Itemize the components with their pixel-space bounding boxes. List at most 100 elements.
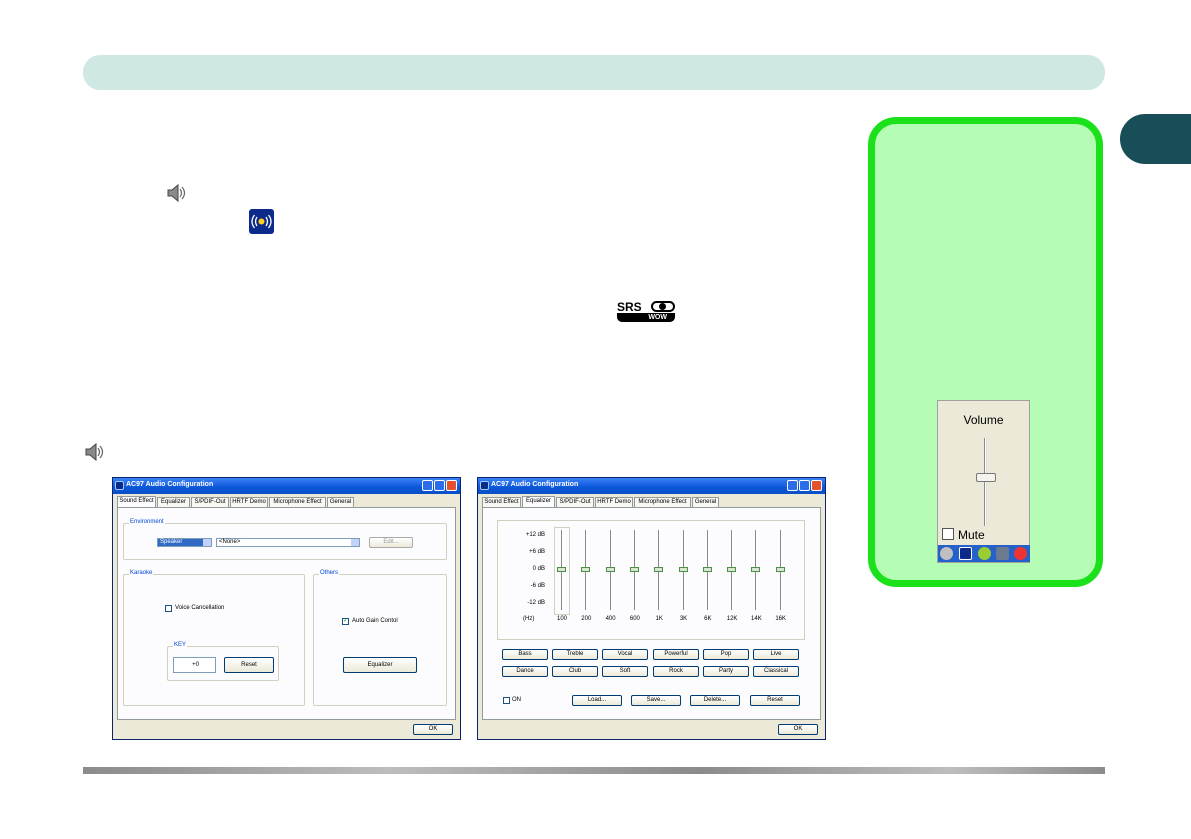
monitor-icon[interactable] xyxy=(996,547,1009,560)
save-button[interactable]: Save... xyxy=(631,695,681,706)
footer-rule xyxy=(83,767,1105,774)
eq-band-label: 200 xyxy=(581,616,592,622)
sound-effect-panel: Environment Speaker <None> Edit... Karao… xyxy=(117,507,456,720)
auto-gain-label: Auto Gain Contol xyxy=(352,618,398,624)
window-titlebar: AC97 Audio Configuration xyxy=(478,478,825,494)
tab-sound-effect[interactable]: Sound Effect xyxy=(482,497,521,507)
equalizer-on-label: ON xyxy=(512,697,521,703)
eq-band-thumb-16K[interactable] xyxy=(775,567,785,572)
ac97-window-sound-effect: AC97 Audio Configuration Sound Effect Eq… xyxy=(112,477,461,740)
db-scale-label: +6 dB xyxy=(529,549,545,555)
db-scale-label: 0 dB xyxy=(532,566,545,572)
eq-band-label: 12K xyxy=(726,616,738,622)
ac97-window-equalizer: AC97 Audio Configuration Sound Effect Eq… xyxy=(477,477,826,740)
edit-button[interactable]: Edit... xyxy=(369,537,413,548)
ok-button[interactable]: OK xyxy=(413,724,453,735)
audio-config-icon xyxy=(115,481,124,490)
db-scale-label: -6 dB xyxy=(530,583,545,589)
preset-powerful-button[interactable]: Powerful xyxy=(653,649,699,660)
key-group: KEY +0 Reset xyxy=(167,642,279,681)
eq-band-thumb-12K[interactable] xyxy=(727,567,737,572)
delete-button[interactable]: Delete... xyxy=(690,695,740,706)
preset-rock-button[interactable]: Rock xyxy=(653,666,699,677)
db-scale-label: (Hz) xyxy=(523,616,535,622)
system-tray xyxy=(938,545,1030,562)
speaker-icon[interactable] xyxy=(940,547,953,560)
security-alert-icon[interactable] xyxy=(1014,547,1027,560)
volume-slider-thumb[interactable] xyxy=(976,473,996,482)
preset-dance-button[interactable]: Dance xyxy=(502,666,548,677)
equalizer-on-checkbox[interactable] xyxy=(503,697,510,704)
karaoke-label: Karaoke xyxy=(129,570,154,576)
eq-band-thumb-14K[interactable] xyxy=(751,567,761,572)
preset-live-button[interactable]: Live xyxy=(753,649,799,660)
eq-band-thumb-3K[interactable] xyxy=(678,567,688,572)
load-button[interactable]: Load... xyxy=(572,695,622,706)
mute-checkbox[interactable] xyxy=(942,528,954,540)
tab-general[interactable]: General xyxy=(327,497,354,507)
volume-title: Volume xyxy=(963,413,1004,427)
close-button[interactable] xyxy=(446,480,457,491)
minimize-button[interactable] xyxy=(422,480,433,491)
equalizer-panel: +12 dB +6 dB 0 dB -6 dB -12 dB (Hz) 100 200 400 6… xyxy=(482,507,821,720)
preset-soft-button[interactable]: Soft xyxy=(602,666,648,677)
tab-equalizer[interactable]: Equalizer xyxy=(157,497,190,507)
tab-hrtf-demo[interactable]: HRTF Demo xyxy=(230,497,268,507)
preset-party-button[interactable]: Party xyxy=(703,666,749,677)
network-icon[interactable] xyxy=(978,547,991,560)
preset-pop-button[interactable]: Pop xyxy=(703,649,749,660)
audio-config-tray-icon[interactable] xyxy=(959,547,972,560)
equalizer-button[interactable]: Equalizer xyxy=(343,657,417,673)
tab-spdif-out[interactable]: S/PDIF-Out xyxy=(556,497,594,507)
ok-button[interactable]: OK xyxy=(778,724,818,735)
speaker-icon xyxy=(167,183,186,203)
tab-spdif-out[interactable]: S/PDIF-Out xyxy=(191,497,229,507)
eq-band-thumb-400[interactable] xyxy=(605,567,615,572)
audio-config-icon xyxy=(480,481,489,490)
srs-wow-logo: SRS WOW xyxy=(617,300,675,322)
key-reset-button[interactable]: Reset xyxy=(224,657,274,673)
tab-equalizer[interactable]: Equalizer xyxy=(522,496,555,507)
maximize-button[interactable] xyxy=(799,480,810,491)
tab-general[interactable]: General xyxy=(692,497,719,507)
eq-band-thumb-1K[interactable] xyxy=(654,567,664,572)
environment-label: Environment xyxy=(129,519,165,525)
minimize-button[interactable] xyxy=(787,480,798,491)
preset-classical-button[interactable]: Classical xyxy=(753,666,799,677)
eq-band-label: 3K xyxy=(679,616,688,622)
eq-band-thumb-100[interactable] xyxy=(557,567,566,572)
karaoke-group: Karaoke Voice Cancellation KEY +0 Reset xyxy=(123,570,305,706)
environment-group: Environment Speaker <None> Edit... xyxy=(123,519,447,560)
preset-treble-button[interactable]: Treble xyxy=(552,649,598,660)
eq-band-label: 6K xyxy=(704,616,712,622)
preset-bass-button[interactable]: Bass xyxy=(502,649,548,660)
speaker-select[interactable]: Speaker xyxy=(157,538,212,547)
mute-label: Mute xyxy=(958,528,985,542)
environment-select[interactable]: <None> xyxy=(216,538,360,547)
maximize-button[interactable] xyxy=(434,480,445,491)
volume-slider-track[interactable] xyxy=(984,438,987,526)
close-button[interactable] xyxy=(811,480,822,491)
speaker-icon xyxy=(85,442,104,462)
key-stepper[interactable]: +0 xyxy=(173,657,216,673)
tab-hrtf-demo[interactable]: HRTF Demo xyxy=(595,497,633,507)
tab-microphone-effect[interactable]: Microphone Effect xyxy=(269,497,326,507)
eq-band-thumb-600[interactable] xyxy=(629,567,639,572)
window-title: AC97 Audio Configuration xyxy=(491,481,579,488)
eq-band-label: 1K xyxy=(655,616,663,622)
window-titlebar: AC97 Audio Configuration xyxy=(113,478,460,494)
tab-sound-effect[interactable]: Sound Effect xyxy=(117,496,156,507)
voice-cancellation-checkbox[interactable] xyxy=(165,605,172,612)
eq-band-thumb-6K[interactable] xyxy=(702,567,712,572)
auto-gain-checkbox[interactable]: ✓ xyxy=(342,618,349,625)
tab-microphone-effect[interactable]: Microphone Effect xyxy=(634,497,691,507)
preset-club-button[interactable]: Club xyxy=(552,666,598,677)
volume-popup: Volume Mute xyxy=(937,400,1030,563)
equalizer-frame xyxy=(497,520,805,640)
preset-vocal-button[interactable]: Vocal xyxy=(602,649,648,660)
eq-band-thumb-200[interactable] xyxy=(581,567,591,572)
eq-band-label: 100 xyxy=(556,616,567,622)
db-scale-label: -12 dB xyxy=(527,600,545,606)
voice-cancellation-label: Voice Cancellation xyxy=(175,605,225,611)
reset-button[interactable]: Reset xyxy=(750,695,800,706)
